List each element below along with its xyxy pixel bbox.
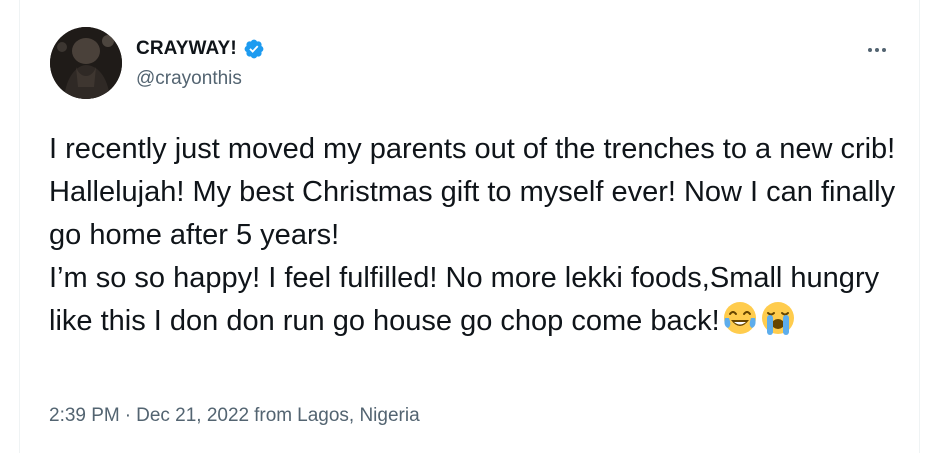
author-handle[interactable]: @crayonthis — [136, 68, 242, 90]
more-dot-icon — [875, 48, 879, 52]
author-display-name[interactable]: CRAYWAY! — [136, 38, 237, 60]
avatar[interactable] — [50, 27, 122, 99]
more-options-button[interactable] — [862, 40, 892, 60]
author-name-row: CRAYWAY! — [136, 38, 265, 60]
tweet-location[interactable]: Lagos, Nigeria — [297, 405, 420, 427]
tweet-card: CRAYWAY! @crayonthis I recently just mov… — [19, 0, 920, 453]
more-dot-icon — [868, 48, 872, 52]
more-dot-icon — [882, 48, 886, 52]
tweet-time[interactable]: 2:39 PM — [49, 405, 120, 427]
avatar-image — [50, 27, 122, 99]
meta-separator: · — [124, 405, 132, 426]
face-with-tears-of-joy-icon — [722, 300, 758, 336]
loudly-crying-face-icon — [760, 300, 796, 336]
verified-badge-icon — [243, 38, 265, 60]
tweet-date[interactable]: Dec 21, 2022 — [136, 405, 249, 427]
from-label: from — [254, 405, 293, 426]
tweet-metadata: 2:39 PM · Dec 21, 2022 from Lagos, Niger… — [49, 405, 420, 427]
tweet-text: I recently just moved my parents out of … — [49, 128, 899, 343]
